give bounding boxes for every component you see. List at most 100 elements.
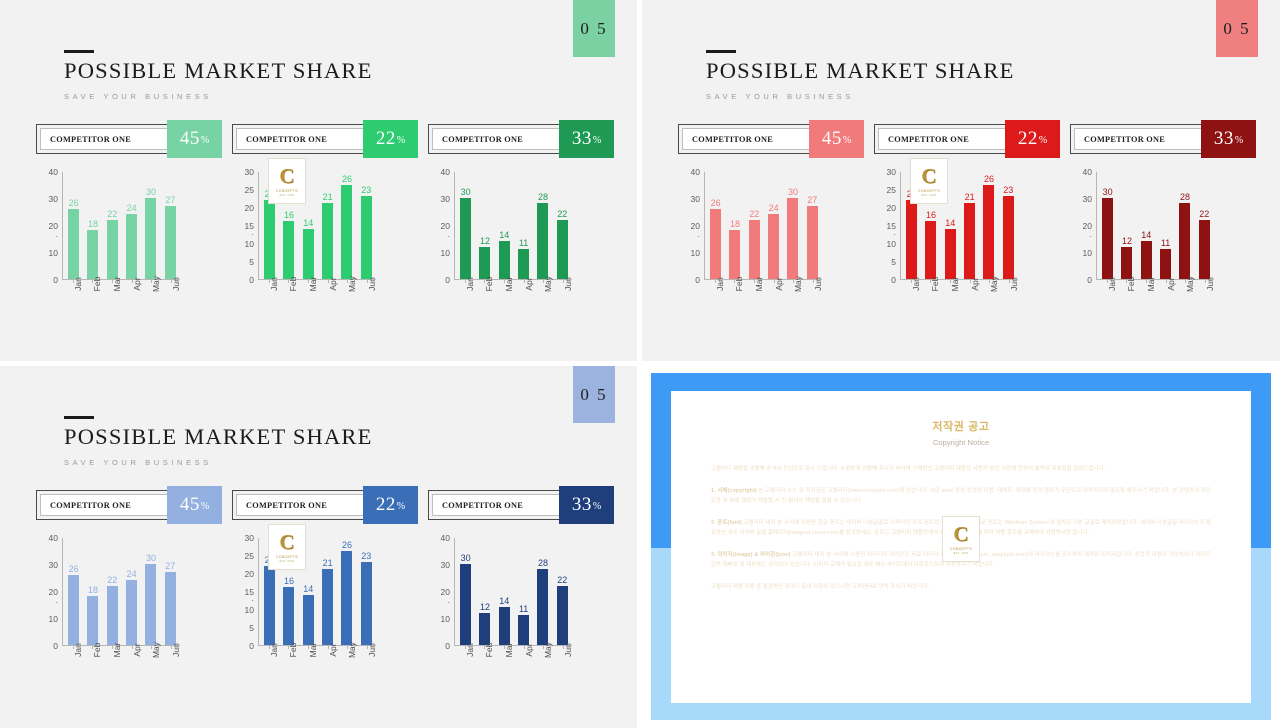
bar-rect-may[interactable] <box>145 564 157 645</box>
percentage-badge[interactable]: 45% <box>167 486 222 524</box>
competitor-progress-bar[interactable]: COMPETITOR ONE 22% <box>232 120 418 158</box>
percentage-badge[interactable]: 33% <box>559 120 614 158</box>
slide-red[interactable]: 0 5 POSSIBLE MARKET SHARE SAVE YOUR BUSI… <box>642 0 1280 361</box>
bar-rect-mar[interactable] <box>106 219 118 279</box>
bar-item[interactable]: 21 <box>322 171 334 279</box>
bar-rect-jun[interactable] <box>164 206 176 279</box>
bar-item[interactable]: 12 <box>479 171 491 279</box>
bar-rect-apr[interactable] <box>964 203 976 279</box>
bar-rect-apr[interactable] <box>1160 249 1172 279</box>
bar-item[interactable]: 26 <box>68 171 80 279</box>
percentage-badge[interactable]: 22% <box>363 120 418 158</box>
bar-rect-jan[interactable] <box>906 199 918 279</box>
bar-rect-jan[interactable] <box>460 564 472 645</box>
bar-item[interactable]: 11 <box>1160 171 1172 279</box>
bar-rect-mar[interactable] <box>1140 241 1152 279</box>
bar-rect-jan[interactable] <box>1102 198 1114 279</box>
bar-item[interactable]: 30 <box>145 537 157 645</box>
percentage-badge[interactable]: 33% <box>559 486 614 524</box>
percentage-badge[interactable]: 33% <box>1201 120 1256 158</box>
bar-rect-feb[interactable] <box>283 221 295 279</box>
bar-item[interactable]: 23 <box>360 171 372 279</box>
bar-rect-apr[interactable] <box>126 580 138 645</box>
bar-item[interactable]: 28 <box>537 537 549 645</box>
bar-rect-jun[interactable] <box>1002 196 1014 279</box>
bar-item[interactable]: 26 <box>341 537 353 645</box>
bar-rect-jan[interactable] <box>264 565 276 645</box>
percentage-badge[interactable]: 22% <box>1005 120 1060 158</box>
percentage-badge[interactable]: 45% <box>167 120 222 158</box>
bar-item[interactable]: 18 <box>729 171 741 279</box>
bar-rect-jan[interactable] <box>264 199 276 279</box>
competitor-progress-bar[interactable]: COMPETITOR ONE 22% <box>874 120 1060 158</box>
bar-rect-jun[interactable] <box>806 206 818 279</box>
slide-blue[interactable]: 0 5 POSSIBLE MARKET SHARE SAVE YOUR BUSI… <box>0 366 637 728</box>
bar-item[interactable]: 14 <box>1140 171 1152 279</box>
bar-rect-may[interactable] <box>1179 203 1191 279</box>
bar-item[interactable]: 26 <box>68 537 80 645</box>
bar-rect-feb[interactable] <box>479 612 491 645</box>
bar-rect-may[interactable] <box>145 198 157 279</box>
bar-item[interactable]: 27 <box>164 171 176 279</box>
bar-item[interactable]: 24 <box>126 171 138 279</box>
bar-item[interactable]: 18 <box>87 171 99 279</box>
bar-item[interactable]: 28 <box>1179 171 1191 279</box>
bar-rect-mar[interactable] <box>106 585 118 645</box>
bar-rect-may[interactable] <box>983 185 995 279</box>
competitor-progress-bar[interactable]: COMPETITOR ONE 33% <box>428 486 614 524</box>
bar-rect-jun[interactable] <box>556 219 568 279</box>
bar-item[interactable]: 14 <box>498 537 510 645</box>
bar-rect-apr[interactable] <box>322 203 334 279</box>
bar-rect-mar[interactable] <box>302 228 314 279</box>
bar-rect-jun[interactable] <box>164 572 176 645</box>
bar-item[interactable]: 22 <box>106 171 118 279</box>
bar-item[interactable]: 22 <box>1198 171 1210 279</box>
bar-item[interactable]: 22 <box>748 171 760 279</box>
slide-green[interactable]: 0 5 POSSIBLE MARKET SHARE SAVE YOUR BUSI… <box>0 0 637 361</box>
bar-item[interactable]: 22 <box>556 537 568 645</box>
bar-rect-feb[interactable] <box>283 587 295 645</box>
bar-item[interactable]: 30 <box>460 537 472 645</box>
bar-item[interactable]: 22 <box>556 171 568 279</box>
bar-rect-apr[interactable] <box>126 214 138 279</box>
bar-rect-mar[interactable] <box>944 228 956 279</box>
bar-item[interactable]: 23 <box>1002 171 1014 279</box>
bar-item[interactable]: 30 <box>787 171 799 279</box>
bar-item[interactable]: 27 <box>164 537 176 645</box>
competitor-progress-bar[interactable]: COMPETITOR ONE 45% <box>36 120 222 158</box>
bar-rect-apr[interactable] <box>768 214 780 279</box>
bar-item[interactable]: 26 <box>341 171 353 279</box>
bar-item[interactable]: 30 <box>1102 171 1114 279</box>
bar-rect-jun[interactable] <box>1198 219 1210 279</box>
bar-item[interactable]: 24 <box>768 171 780 279</box>
bar-rect-mar[interactable] <box>748 219 760 279</box>
bar-item[interactable]: 28 <box>537 171 549 279</box>
competitor-progress-bar[interactable]: COMPETITOR ONE 33% <box>428 120 614 158</box>
bar-rect-jan[interactable] <box>460 198 472 279</box>
slide-copyright-notice[interactable]: 저작권 공고 Copyright Notice 고퀄리티 제품을 이용해 주셔서… <box>642 366 1280 728</box>
bar-rect-feb[interactable] <box>479 246 491 279</box>
bar-item[interactable]: 11 <box>518 537 530 645</box>
bar-rect-mar[interactable] <box>498 241 510 279</box>
bar-rect-jan[interactable] <box>710 208 722 279</box>
bar-item[interactable]: 24 <box>126 537 138 645</box>
bar-item[interactable]: 11 <box>518 171 530 279</box>
bar-rect-may[interactable] <box>341 551 353 645</box>
bar-rect-apr[interactable] <box>518 615 530 645</box>
bar-item[interactable]: 23 <box>360 537 372 645</box>
percentage-badge[interactable]: 45% <box>809 120 864 158</box>
bar-item[interactable]: 21 <box>322 537 334 645</box>
bar-item[interactable]: 21 <box>964 171 976 279</box>
bar-item[interactable]: 12 <box>479 537 491 645</box>
competitor-progress-bar[interactable]: COMPETITOR ONE 45% <box>36 486 222 524</box>
bar-rect-may[interactable] <box>537 203 549 279</box>
bar-rect-feb[interactable] <box>729 230 741 279</box>
bar-rect-may[interactable] <box>537 569 549 645</box>
bar-item[interactable]: 30 <box>460 171 472 279</box>
bar-rect-feb[interactable] <box>1121 246 1133 279</box>
bar-rect-jun[interactable] <box>360 562 372 645</box>
bar-item[interactable]: 30 <box>145 171 157 279</box>
competitor-progress-bar[interactable]: COMPETITOR ONE 22% <box>232 486 418 524</box>
bar-item[interactable]: 26 <box>983 171 995 279</box>
bar-item[interactable]: 18 <box>87 537 99 645</box>
